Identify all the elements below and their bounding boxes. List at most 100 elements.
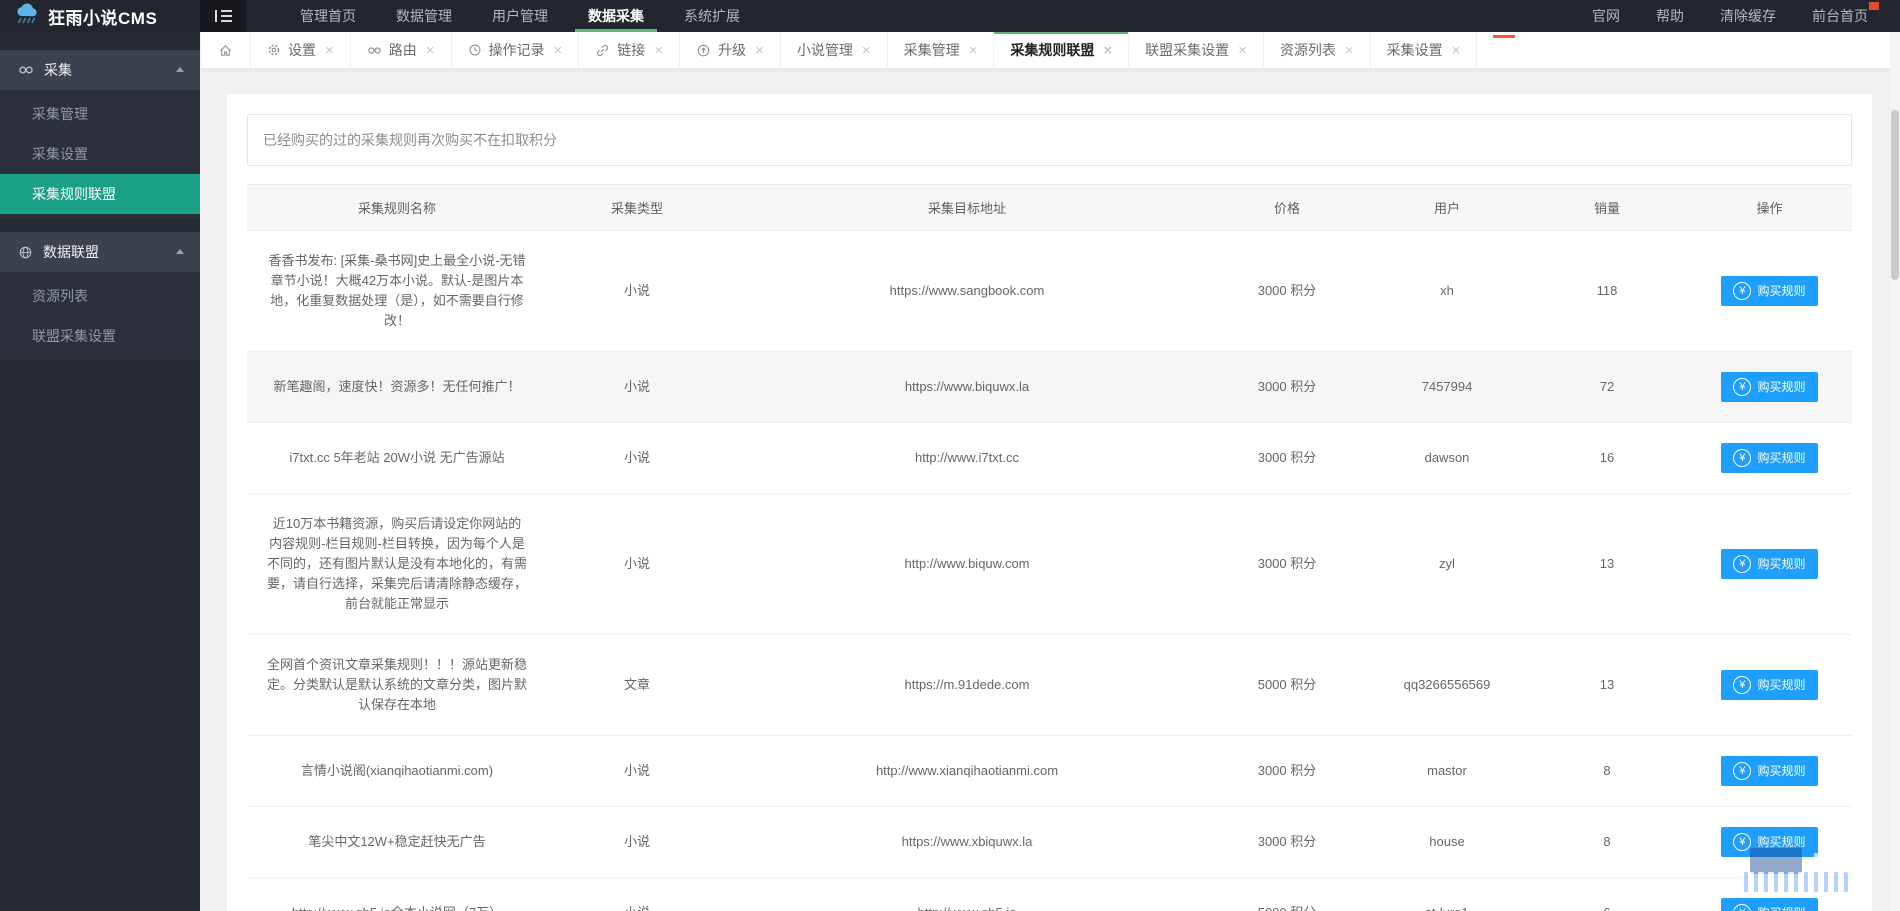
cell-price: 3000 积分 — [1207, 806, 1367, 878]
col-action: 操作 — [1687, 184, 1852, 231]
cell-rule-name: 言情小说阁(xianqihaotianmi.com) — [247, 735, 547, 807]
watermark-text-line — [1822, 860, 1844, 864]
tab[interactable]: 操作记录 × — [452, 32, 580, 68]
buy-rule-button[interactable]: ¥ 购买规则 — [1721, 276, 1818, 306]
upgrade-icon — [696, 43, 711, 58]
main-content: 已经购买的过的采集规则再次购买不在扣取积分 采集规则名称 采集类型 采集目标地址… — [200, 68, 1900, 911]
cell-type: 小说 — [547, 493, 727, 635]
close-icon[interactable]: × — [554, 42, 563, 59]
cell-action: ¥ 购买规则 — [1687, 230, 1852, 352]
nav-item[interactable]: 官网 — [1574, 0, 1638, 32]
tab[interactable]: 升级 × — [680, 32, 781, 68]
cell-type: 小说 — [547, 735, 727, 807]
cell-user: dawson — [1367, 422, 1527, 494]
cell-type: 小说 — [547, 877, 727, 911]
table-row: 新笔趣阁，速度快！资源多！无任何推广！ 小说 https://www.biquw… — [247, 351, 1852, 423]
cell-price: 5000 积分 — [1207, 634, 1367, 736]
sidebar: 采集 采集管理 采集设置 采集规则联盟 数据联盟 资源列表 联盟采集设置 — [0, 32, 200, 911]
close-icon[interactable]: × — [1103, 42, 1112, 59]
content-card: 已经购买的过的采集规则再次购买不在扣取积分 采集规则名称 采集类型 采集目标地址… — [227, 94, 1872, 911]
navbar-right-menu: 官网 帮助 清除缓存 前台首页 — [1574, 0, 1900, 32]
close-icon[interactable]: × — [325, 42, 334, 59]
sidebar-item-1[interactable]: 采集设置 — [0, 134, 200, 174]
sidebar-section: 采集 采集管理 采集设置 采集规则联盟 — [0, 50, 200, 218]
cell-price: 3000 积分 — [1207, 351, 1367, 423]
cell-action: ¥ 购买规则 — [1687, 351, 1852, 423]
buy-rule-button[interactable]: ¥ 购买规则 — [1721, 443, 1818, 473]
nav-item[interactable]: 清除缓存 — [1702, 0, 1794, 32]
close-icon[interactable]: × — [1452, 42, 1461, 59]
cell-user: house — [1367, 806, 1527, 878]
sidebar-item-0[interactable]: 采集管理 — [0, 94, 200, 134]
cell-target-url: http://www.biquw.com — [727, 493, 1207, 635]
cell-target-url: https://www.sangbook.com — [727, 230, 1207, 352]
cell-sales: 13 — [1527, 634, 1687, 736]
col-price: 价格 — [1207, 184, 1367, 231]
table-header-row: 采集规则名称 采集类型 采集目标地址 价格 用户 销量 操作 — [247, 184, 1852, 231]
watermark-text-line — [1814, 853, 1844, 857]
tab[interactable]: 小说管理 × — [781, 32, 888, 68]
cell-sales: 13 — [1527, 493, 1687, 635]
buy-rule-button[interactable]: ¥ 购买规则 — [1721, 670, 1818, 700]
cell-price: 3000 积分 — [1207, 735, 1367, 807]
close-icon[interactable]: × — [755, 42, 764, 59]
nav-item[interactable]: 帮助 — [1638, 0, 1702, 32]
logo: 狂雨小说CMS — [0, 2, 200, 30]
yen-circle-icon: ¥ — [1733, 762, 1752, 780]
tab[interactable]: 采集管理 × — [888, 32, 995, 68]
app-window: 狂雨小说CMS 管理首页 数据管理 用户管理 数据采集 系统扩展 官网 帮助 清除缓存 前台首… — [0, 0, 1900, 911]
sidebar-item-0[interactable]: 资源列表 — [0, 276, 200, 316]
cell-rule-name: 近10万本书籍资源，购买后请设定你网站的内容规则-栏目规则-栏目转换，因为每个人… — [247, 493, 547, 635]
gear-icon — [267, 43, 281, 57]
close-icon[interactable]: × — [969, 42, 978, 59]
cell-user: xh — [1367, 230, 1527, 352]
cell-rule-name: 新笔趣阁，速度快！资源多！无任何推广！ — [247, 351, 547, 423]
buy-rule-button[interactable]: ¥ 购买规则 — [1721, 549, 1818, 579]
buy-rule-button[interactable]: ¥ 购买规则 — [1721, 898, 1818, 911]
cell-action: ¥ 购买规则 — [1687, 493, 1852, 635]
sidebar-section-header[interactable]: 数据联盟 — [0, 232, 200, 272]
nav-item[interactable]: 数据管理 — [376, 0, 472, 32]
tab[interactable]: 设置 × — [251, 32, 351, 68]
sidebar-toggle-button[interactable] — [200, 0, 246, 32]
clock-icon — [468, 43, 482, 57]
col-user: 用户 — [1367, 184, 1527, 231]
cell-sales: 8 — [1527, 806, 1687, 878]
yen-circle-icon: ¥ — [1733, 282, 1752, 300]
cell-rule-name: http://www.qb5.io全本小说网（7万） — [247, 877, 547, 911]
close-icon[interactable]: × — [862, 42, 871, 59]
cell-price: 3000 积分 — [1207, 493, 1367, 635]
buy-rule-button[interactable]: ¥ 购买规则 — [1721, 756, 1818, 786]
close-icon[interactable]: × — [1345, 42, 1354, 59]
tab[interactable]: 路由 × — [351, 32, 452, 68]
tab[interactable]: 联盟采集设置 × — [1129, 32, 1264, 68]
nav-item[interactable]: 数据采集 — [568, 0, 664, 32]
tab[interactable]: 采集规则联盟 × — [994, 32, 1130, 68]
close-icon[interactable]: × — [426, 42, 435, 59]
app-title: 狂雨小说CMS — [48, 8, 158, 28]
buy-rule-button[interactable]: ¥ 购买规则 — [1721, 372, 1818, 402]
tab[interactable]: 资源列表 × — [1264, 32, 1371, 68]
yen-circle-icon: ¥ — [1733, 676, 1752, 694]
nav-item[interactable]: 用户管理 — [472, 0, 568, 32]
tab[interactable] — [200, 32, 251, 68]
rain-cloud-logo-icon — [14, 2, 40, 30]
sidebar-item-2[interactable]: 采集规则联盟 — [0, 174, 200, 214]
cell-type: 文章 — [547, 634, 727, 736]
cell-rule-name: 全网首个资讯文章采集规则！！！源站更新稳定。分类默认是默认系统的文章分类，图片默… — [247, 634, 547, 736]
cell-rule-name: i7txt.cc 5年老站 20W小说 无广告源站 — [247, 422, 547, 494]
cell-type: 小说 — [547, 351, 727, 423]
close-icon[interactable]: × — [654, 42, 663, 59]
tab[interactable]: 采集设置 × — [1371, 32, 1478, 68]
vertical-scrollbar[interactable] — [1890, 32, 1900, 911]
sidebar-section: 数据联盟 资源列表 联盟采集设置 — [0, 232, 200, 360]
tab[interactable]: 链接 × — [579, 32, 681, 68]
nav-item[interactable]: 系统扩展 — [664, 0, 760, 32]
floating-watermark[interactable] — [1738, 848, 1848, 892]
close-icon[interactable]: × — [1238, 42, 1247, 59]
sidebar-section-header[interactable]: 采集 — [0, 50, 200, 90]
nav-item[interactable]: 管理首页 — [280, 0, 376, 32]
scrollbar-thumb[interactable] — [1891, 110, 1899, 280]
cell-action: ¥ 购买规则 — [1687, 422, 1852, 494]
sidebar-item-1[interactable]: 联盟采集设置 — [0, 316, 200, 356]
